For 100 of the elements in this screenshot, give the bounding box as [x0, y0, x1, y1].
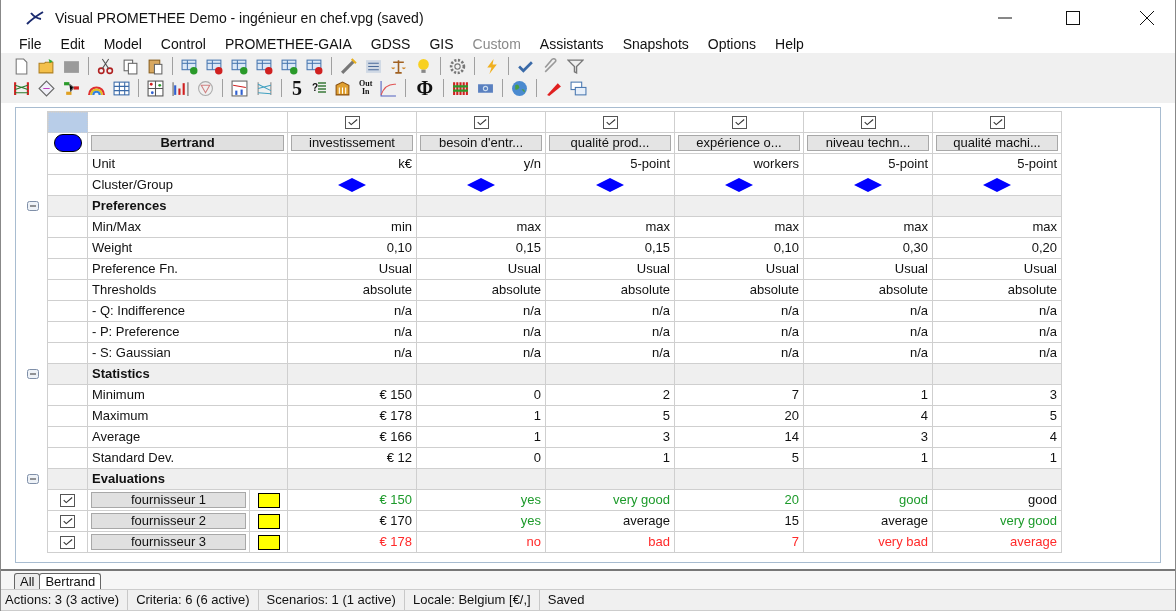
- table-add-icon[interactable]: [281, 57, 298, 75]
- scenario-tab[interactable]: Bertrand: [39, 573, 102, 589]
- toolbar-glyph-button[interactable]: 5: [292, 78, 302, 98]
- filter-icon[interactable]: [567, 57, 584, 75]
- toolbar-glyph-button[interactable]: In: [362, 88, 370, 96]
- ladder-chart-icon[interactable]: [13, 79, 30, 97]
- menu-item[interactable]: Snapshots: [622, 36, 689, 53]
- collapse-icon[interactable]: [27, 200, 39, 211]
- table-cell-text: n/a: [651, 302, 670, 321]
- menu-item[interactable]: Assistants: [539, 36, 604, 53]
- menu-item[interactable]: Edit: [60, 36, 85, 53]
- maximize-icon[interactable]: [1065, 10, 1081, 26]
- new-file-icon[interactable]: [13, 57, 30, 75]
- wand-icon[interactable]: [340, 57, 357, 75]
- checkbox[interactable]: [602, 115, 618, 129]
- scenario-name-button[interactable]: Bertrand: [91, 135, 284, 151]
- table-icon[interactable]: [113, 79, 130, 97]
- paste-icon[interactable]: [147, 57, 164, 75]
- checkbox[interactable]: [860, 115, 876, 129]
- windows-icon[interactable]: [570, 79, 588, 97]
- color-swatch[interactable]: [257, 513, 280, 529]
- table-cell-text: absolute: [878, 281, 928, 300]
- table-cell-text: bad: [648, 533, 670, 552]
- settings-icon[interactable]: [449, 57, 466, 75]
- close-icon[interactable]: [1139, 10, 1155, 26]
- table-remove-icon[interactable]: [306, 57, 323, 75]
- checkbox[interactable]: [60, 493, 75, 507]
- table-cell-text: 4: [1049, 428, 1057, 447]
- table-cell-text: € 178: [379, 533, 412, 552]
- criterion-header-button[interactable]: qualité prod...: [549, 135, 671, 151]
- globe-icon[interactable]: [511, 79, 529, 97]
- scatter-chart-icon[interactable]: [147, 79, 164, 97]
- action-name-button[interactable]: fournisseur 3: [91, 534, 246, 550]
- network-icon[interactable]: [63, 79, 80, 97]
- checkbox[interactable]: [989, 115, 1005, 129]
- action-name-button[interactable]: fournisseur 2: [91, 513, 246, 529]
- checkbox[interactable]: [731, 115, 747, 129]
- columns-icon[interactable]: [334, 79, 352, 97]
- paperclip-icon[interactable]: [542, 57, 559, 75]
- toolbar-glyph-button[interactable]: ?: [312, 82, 319, 94]
- menu-item[interactable]: PROMETHEE-GAIA: [224, 36, 352, 53]
- diamond-icon: [338, 178, 366, 192]
- table-cell-text: Usual: [765, 260, 799, 279]
- table-cell-text: 0,15: [644, 239, 670, 258]
- action-name-button[interactable]: fournisseur 1: [91, 492, 246, 508]
- scales-icon[interactable]: [390, 57, 407, 75]
- table-cell-text: 1: [920, 449, 928, 468]
- colored-bars-icon[interactable]: [452, 79, 470, 97]
- table-cell-text: 0,10: [773, 239, 799, 258]
- checkbox[interactable]: [60, 535, 75, 549]
- parallel-lines-icon[interactable]: [256, 79, 273, 97]
- table-cell-text: 5-point: [1017, 155, 1057, 174]
- checkbox[interactable]: [60, 514, 75, 528]
- menu-item[interactable]: Model: [103, 36, 142, 53]
- line-chart-icon[interactable]: [231, 79, 248, 97]
- criterion-header-button[interactable]: investissement: [291, 135, 413, 151]
- criterion-header-button[interactable]: besoin d'entr...: [420, 135, 542, 151]
- lightbulb-icon[interactable]: [415, 57, 432, 75]
- table-cell-text: max: [774, 218, 799, 237]
- table-remove-icon[interactable]: [256, 57, 273, 75]
- table-cell-text: 5-point: [888, 155, 928, 174]
- collapse-icon[interactable]: [27, 473, 39, 484]
- status-text: Actions: 3 (3 active): [4, 591, 121, 610]
- collapse-icon[interactable]: [27, 368, 39, 379]
- toolbar-glyph-button[interactable]: Out: [359, 80, 373, 88]
- menu-item[interactable]: Help: [775, 36, 804, 53]
- copy-icon[interactable]: [122, 57, 139, 75]
- table-cell-text: n/a: [651, 323, 670, 342]
- table-remove-icon[interactable]: [206, 57, 223, 75]
- criterion-header-button[interactable]: expérience o...: [678, 135, 800, 151]
- menu-item[interactable]: Options: [707, 36, 757, 53]
- menu-item[interactable]: File: [19, 36, 42, 53]
- list-icon[interactable]: [318, 81, 327, 95]
- checkbox[interactable]: [344, 115, 360, 129]
- scenario-tab[interactable]: All: [14, 573, 41, 589]
- toolbar-glyph-button[interactable]: Φ: [416, 78, 434, 98]
- menu-item[interactable]: GDSS: [370, 36, 411, 53]
- curve-chart-icon[interactable]: [380, 79, 398, 97]
- table-cell-text: Usual: [507, 260, 541, 279]
- table-cell-text: n/a: [780, 302, 799, 321]
- menu-item[interactable]: Control: [160, 36, 206, 53]
- folder-icon[interactable]: [38, 57, 55, 75]
- table-cell-text: max: [903, 218, 928, 237]
- criterion-header-button[interactable]: qualité machi...: [936, 135, 1058, 151]
- color-swatch[interactable]: [257, 534, 280, 550]
- diamond-icon[interactable]: [38, 79, 55, 97]
- checkbox[interactable]: [473, 115, 489, 129]
- corner-cell[interactable]: [48, 112, 88, 133]
- scissors-icon[interactable]: [97, 57, 114, 75]
- list-icon[interactable]: [365, 57, 382, 75]
- section-title: Statistics: [92, 365, 150, 384]
- table-cell-text: 3: [1049, 386, 1057, 405]
- table-cell-text: n/a: [909, 323, 928, 342]
- criterion-header-button[interactable]: niveau techn...: [807, 135, 929, 151]
- table-add-icon[interactable]: [181, 57, 198, 75]
- table-add-icon[interactable]: [231, 57, 248, 75]
- table-cell-text: 1: [533, 407, 541, 426]
- color-swatch[interactable]: [257, 492, 280, 508]
- bar-chart-icon[interactable]: [172, 79, 189, 97]
- menu-item[interactable]: GIS: [429, 36, 454, 53]
